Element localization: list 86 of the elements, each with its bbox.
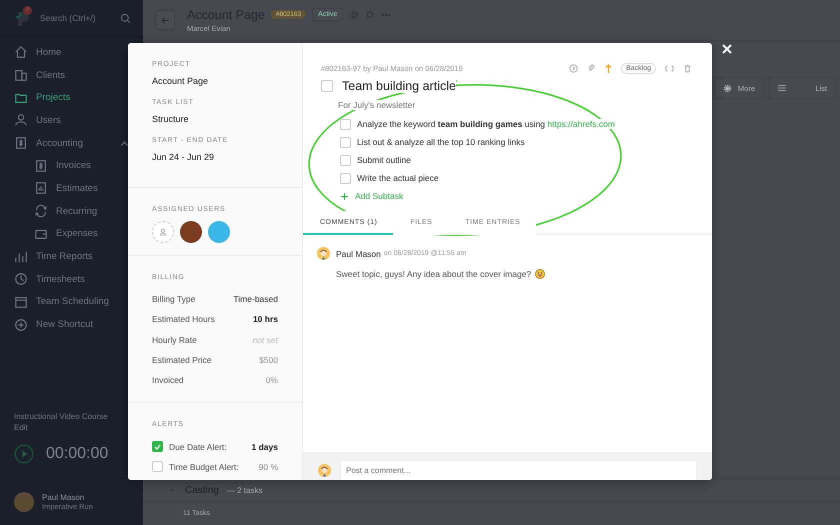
task-description: For July's newsletter bbox=[338, 100, 416, 110]
task-count: — 2 tasks bbox=[226, 486, 262, 494]
subtask-checkbox[interactable] bbox=[340, 136, 351, 148]
subtask-link[interactable]: https://ahrefs.com bbox=[547, 119, 615, 129]
field-value: Account Page bbox=[152, 76, 210, 86]
nav-subitem[interactable]: Invoices bbox=[0, 154, 91, 178]
nav-icon bbox=[14, 136, 28, 150]
nav-icon bbox=[34, 158, 48, 173]
field-value: Structure bbox=[152, 114, 190, 124]
field-value: Jun 24 - Jun 29 bbox=[152, 152, 216, 162]
subtask-text: List out & analyze all the top 10 ranking links bbox=[357, 137, 525, 147]
alert-value: 1 days bbox=[252, 442, 278, 452]
nav-icon bbox=[14, 318, 28, 332]
subtask-checkbox[interactable] bbox=[340, 154, 351, 166]
nav-item[interactable]: Timesheets bbox=[0, 268, 85, 291]
user-icon bbox=[158, 227, 168, 237]
settings-icon bbox=[349, 10, 360, 20]
tongue-face-icon bbox=[535, 269, 546, 279]
billing-label: Estimated Hours bbox=[152, 314, 216, 324]
paperclip-icon bbox=[587, 64, 596, 73]
billing-label: Estimated Price bbox=[152, 355, 213, 366]
subtask-text: Write the actual piece bbox=[357, 173, 439, 183]
add-user-button[interactable] bbox=[152, 221, 174, 243]
task-checkbox[interactable] bbox=[321, 80, 333, 92]
alert-label: Due Date Alert: bbox=[169, 442, 228, 452]
back-arrow-icon bbox=[160, 14, 170, 26]
billing-label: Hourly Rate bbox=[152, 334, 198, 345]
comment-text: Sweet topic, guys! Any idea about the cover image? bbox=[336, 269, 532, 279]
billing-value: Time-based bbox=[233, 294, 278, 304]
nav-icon bbox=[14, 250, 28, 264]
search-icon bbox=[120, 12, 131, 24]
list-icon bbox=[777, 83, 787, 93]
subtask-text: Submit outline bbox=[357, 155, 411, 165]
nav-icon bbox=[14, 68, 28, 82]
settings-icon bbox=[722, 84, 732, 92]
priority-arrow-icon bbox=[605, 64, 612, 73]
subtask-checkbox[interactable] bbox=[340, 172, 351, 184]
billing-value: 10 hrs bbox=[252, 314, 278, 324]
play-icon bbox=[569, 64, 578, 73]
nav-icon bbox=[34, 204, 48, 218]
comment-field[interactable]: Post a comment... bbox=[340, 460, 697, 480]
nav-subitem[interactable]: Recurring bbox=[0, 200, 98, 222]
trash-icon bbox=[683, 64, 692, 73]
subtask-text: Analyze the keyword team building games using https://ahrefs.com bbox=[357, 119, 615, 129]
nav-item[interactable]: Team Scheduling bbox=[0, 290, 109, 314]
avatar-drawing bbox=[317, 247, 330, 260]
close-icon[interactable] bbox=[722, 44, 732, 54]
billing-label: Billing Type bbox=[152, 294, 196, 304]
add-subtask-button[interactable]: Add Subtask bbox=[340, 187, 692, 205]
video-course-title: Instructional Video Course bbox=[14, 412, 108, 421]
billing-label: Invoiced bbox=[152, 375, 185, 386]
billing-value: not set bbox=[252, 334, 278, 345]
nav-item[interactable]: Clients bbox=[0, 64, 66, 86]
nav-icon bbox=[14, 294, 28, 309]
back-button[interactable] bbox=[155, 10, 175, 30]
billing-value: $500 bbox=[259, 355, 278, 366]
edit-link[interactable]: Edit bbox=[14, 423, 28, 432]
task-title: Team building article bbox=[342, 79, 456, 93]
nav-icon bbox=[14, 272, 28, 286]
alert-label: Time Budget Alert: bbox=[169, 462, 240, 472]
avatar-drawing bbox=[318, 464, 331, 478]
alert-checkbox[interactable] bbox=[152, 441, 163, 452]
nav-icon bbox=[34, 181, 48, 196]
plus-icon bbox=[340, 192, 349, 200]
alert-value: 90 % bbox=[258, 462, 278, 472]
user-avatar[interactable] bbox=[180, 221, 202, 243]
play-icon bbox=[14, 444, 34, 464]
bell-icon bbox=[365, 10, 376, 20]
subtask-checkbox[interactable] bbox=[340, 118, 351, 130]
nav-item[interactable]: Time Reports bbox=[0, 245, 93, 268]
nav-item[interactable]: Accounting bbox=[0, 132, 128, 154]
user-avatar bbox=[14, 492, 34, 512]
search-field[interactable]: Search (Ctrl+/) bbox=[40, 13, 112, 23]
nav-item[interactable]: Home bbox=[0, 41, 62, 64]
timer-display: 00:00:00 bbox=[46, 445, 108, 463]
nav-icon bbox=[14, 113, 28, 128]
billing-value: 0% bbox=[266, 375, 278, 386]
alert-checkbox[interactable] bbox=[152, 461, 163, 472]
nav-item[interactable]: Users bbox=[0, 109, 61, 132]
comment-author[interactable]: Paul Mason bbox=[336, 248, 381, 258]
nav-item[interactable]: New Shortcut bbox=[0, 313, 94, 336]
nav-item[interactable]: Projects bbox=[0, 86, 70, 110]
nav-icon bbox=[14, 45, 28, 60]
user-name: Paul Mason bbox=[42, 493, 86, 502]
nav-subitem[interactable]: Estimates bbox=[0, 177, 98, 200]
nav-subitem[interactable]: Expenses bbox=[0, 222, 98, 246]
